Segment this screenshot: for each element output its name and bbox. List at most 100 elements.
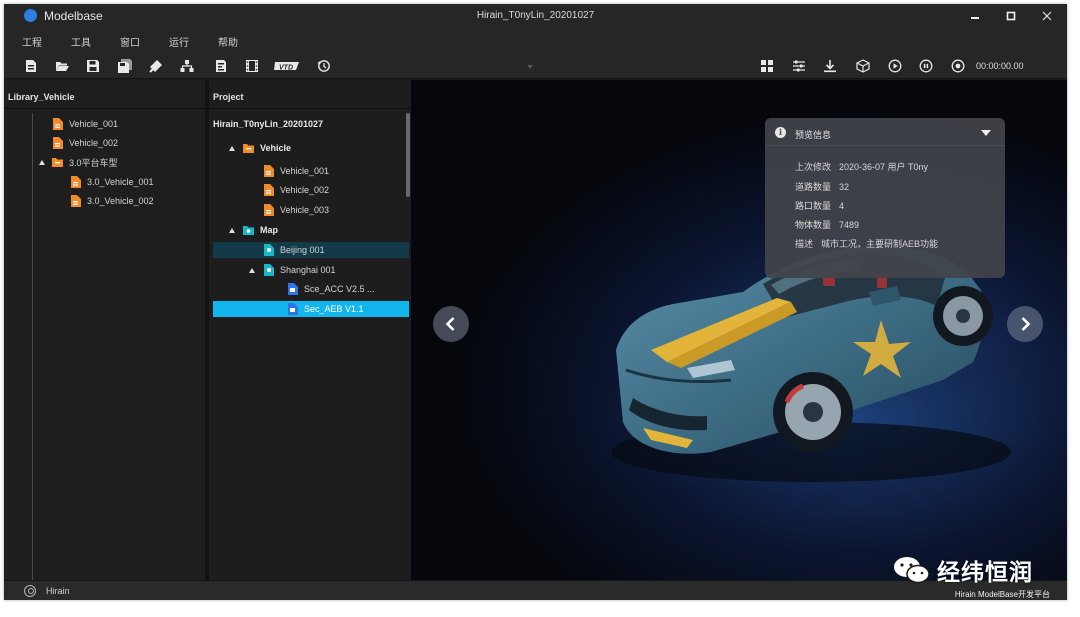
info-row-last-modified: 上次修改 2020-36-07 用户 T0ny bbox=[795, 160, 928, 173]
expand-arrow-icon[interactable] bbox=[229, 146, 235, 151]
project-item-beijing-001[interactable]: Beijing 001 bbox=[263, 242, 325, 258]
tree-item-label: Map bbox=[260, 225, 278, 235]
menu-window[interactable]: 窗口 bbox=[120, 34, 140, 49]
project-item-vehicle-002[interactable]: Vehicle_002 bbox=[263, 182, 329, 198]
close-button[interactable] bbox=[1032, 6, 1062, 26]
expand-arrow-icon[interactable] bbox=[249, 268, 255, 273]
save-icon bbox=[87, 60, 99, 72]
menu-run[interactable]: 运行 bbox=[169, 34, 189, 49]
info-value: 32 bbox=[839, 182, 850, 192]
menu-project[interactable]: 工程 bbox=[22, 34, 42, 49]
maximize-button[interactable] bbox=[996, 6, 1026, 26]
hierarchy-icon bbox=[180, 60, 194, 72]
vtd-button[interactable]: VTD bbox=[274, 57, 300, 75]
history-icon bbox=[317, 60, 330, 72]
stop-button[interactable] bbox=[917, 57, 935, 75]
project-item-sec-aeb[interactable]: Sec_AEB V1.1 bbox=[287, 301, 364, 317]
expand-arrow-icon[interactable] bbox=[39, 160, 45, 165]
vehicle-file-icon bbox=[71, 195, 81, 207]
info-row-description: 描述 城市工况，主要研制AEB功能 bbox=[795, 237, 938, 250]
project-item-vehicle-003[interactable]: Vehicle_003 bbox=[263, 202, 329, 218]
watermark-title: 经纬恒润 bbox=[937, 559, 1033, 585]
download-button[interactable] bbox=[821, 57, 839, 75]
history-button[interactable] bbox=[315, 57, 333, 75]
timer-readout: 00:00:00.00 bbox=[976, 61, 1024, 71]
vehicle-file-icon bbox=[53, 137, 63, 149]
tree-item-label: Vehicle_002 bbox=[69, 138, 119, 148]
watermark-subtitle: Hirain ModelBase开发平台 bbox=[954, 590, 1050, 599]
menu-help[interactable]: 帮助 bbox=[218, 34, 238, 49]
cube-icon bbox=[856, 59, 870, 73]
tree-item-label: 3.0平台车型 bbox=[69, 157, 118, 168]
sliders-button[interactable] bbox=[790, 57, 808, 75]
project-item-shanghai-001[interactable]: Shanghai 001 bbox=[263, 262, 336, 278]
save-as-icon bbox=[118, 59, 132, 73]
tree-item-label: Shanghai 001 bbox=[280, 265, 336, 275]
vehicle-file-icon bbox=[264, 204, 274, 216]
tree-item-label: Vehicle_003 bbox=[280, 205, 330, 215]
info-row-road-count: 道路数量 32 bbox=[795, 180, 849, 193]
chevron-down-icon[interactable] bbox=[981, 130, 991, 136]
tree-item-label: 3.0_Vehicle_001 bbox=[87, 177, 154, 187]
info-key: 物体数量 bbox=[795, 220, 832, 230]
library-header: Library_Vehicle bbox=[4, 80, 205, 109]
folder-icon bbox=[243, 144, 254, 153]
stop-icon bbox=[919, 59, 933, 73]
new-file-button[interactable] bbox=[22, 57, 40, 75]
minimize-button[interactable] bbox=[960, 6, 990, 26]
project-root[interactable]: Hirain_T0nyLin_20201027 bbox=[213, 116, 323, 132]
expand-arrow-icon[interactable] bbox=[229, 228, 235, 233]
tree-item-label: Vehicle bbox=[260, 143, 292, 153]
build-button[interactable] bbox=[147, 57, 165, 75]
info-value: 城市工况，主要研制AEB功能 bbox=[821, 239, 939, 249]
chevron-right-icon bbox=[1021, 317, 1031, 331]
minimize-icon bbox=[971, 17, 979, 19]
menu-bar: 工程 工具 窗口 运行 帮助 bbox=[4, 28, 1067, 52]
project-root-label: Hirain_T0nyLin_20201027 bbox=[213, 119, 324, 129]
preview-viewport[interactable]: i 预览信息 上次修改 2020-36-07 用户 T0ny 道路数量 32 路口数… bbox=[411, 80, 1067, 580]
hierarchy-button[interactable] bbox=[178, 57, 196, 75]
library-item-vehicle-001[interactable]: Vehicle_001 bbox=[52, 116, 118, 132]
scene-file-icon bbox=[288, 283, 298, 295]
play-button[interactable] bbox=[886, 57, 904, 75]
report-icon bbox=[216, 60, 226, 72]
tree-guide-line bbox=[32, 113, 33, 580]
save-as-button[interactable] bbox=[116, 57, 134, 75]
map-folder-icon bbox=[243, 226, 254, 235]
vtd-label: VTD bbox=[279, 64, 293, 71]
tree-item-label: Beijing 001 bbox=[280, 245, 325, 255]
vehicle-file-icon bbox=[264, 184, 274, 196]
save-button[interactable] bbox=[84, 57, 102, 75]
film-button[interactable] bbox=[243, 57, 261, 75]
vehicle-file-icon bbox=[53, 118, 63, 130]
project-item-vehicle-001[interactable]: Vehicle_001 bbox=[263, 163, 329, 179]
project-item-sce-acc[interactable]: Sce_ACC V2.5 ... bbox=[287, 281, 375, 297]
library-folder-3-0-platform[interactable]: 3.0平台车型 bbox=[52, 154, 118, 170]
info-row-junction-count: 路口数量 4 bbox=[795, 199, 844, 212]
grid-button[interactable] bbox=[758, 57, 776, 75]
info-key: 描述 bbox=[795, 239, 814, 249]
project-folder-vehicle[interactable]: Vehicle bbox=[243, 140, 291, 156]
library-item-3-0-vehicle-002[interactable]: 3.0_Vehicle_002 bbox=[70, 193, 154, 209]
info-row-object-count: 物体数量 7489 bbox=[795, 218, 859, 231]
menu-tools[interactable]: 工具 bbox=[71, 34, 91, 49]
record-button[interactable] bbox=[949, 57, 967, 75]
open-folder-button[interactable] bbox=[53, 57, 71, 75]
title-bar: Modelbase Hirain_T0nyLin_20201027 bbox=[4, 4, 1067, 28]
project-folder-map[interactable]: Map bbox=[243, 222, 278, 238]
info-value: 7489 bbox=[839, 220, 860, 230]
previous-button[interactable] bbox=[433, 306, 469, 342]
tree-item-label: Vehicle_002 bbox=[280, 185, 330, 195]
library-item-3-0-vehicle-001[interactable]: 3.0_Vehicle_001 bbox=[70, 174, 154, 190]
next-button[interactable] bbox=[1007, 306, 1043, 342]
toolbar: VTD 00:00:00.00 bbox=[4, 52, 1067, 79]
project-scrollbar[interactable] bbox=[406, 113, 410, 197]
maximize-icon bbox=[1006, 11, 1016, 21]
cube-button[interactable] bbox=[854, 57, 872, 75]
library-item-vehicle-002[interactable]: Vehicle_002 bbox=[52, 135, 118, 151]
info-card-header[interactable]: i 预览信息 bbox=[765, 118, 1005, 146]
report-button[interactable] bbox=[212, 57, 230, 75]
film-icon bbox=[246, 60, 258, 72]
info-card-title: 预览信息 bbox=[795, 130, 832, 140]
new-file-icon bbox=[26, 60, 36, 72]
